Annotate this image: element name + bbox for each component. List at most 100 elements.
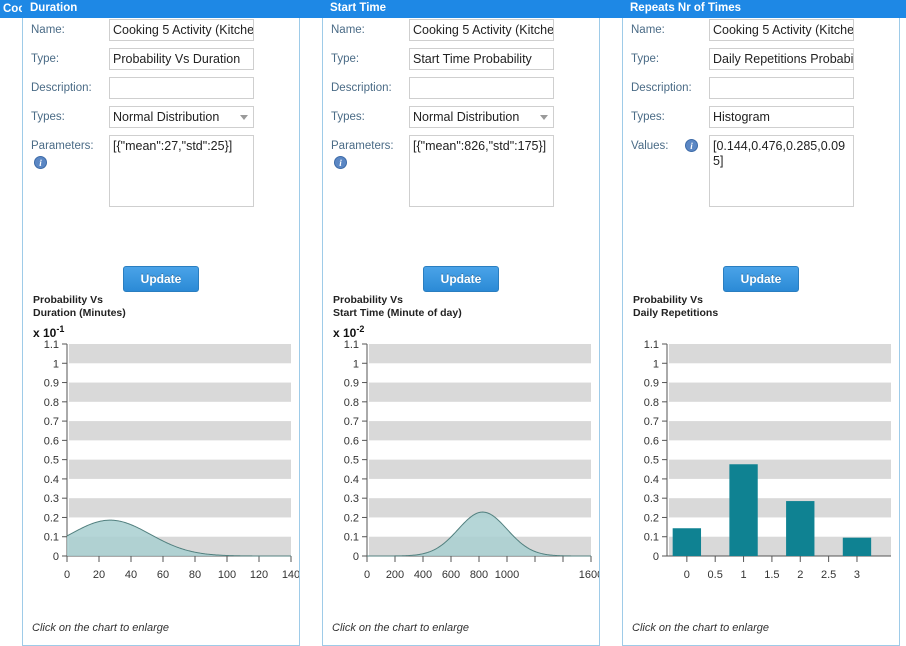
form-duration: Name: Cooking 5 Activity (Kitchen Extrac…: [23, 18, 299, 212]
type-input[interactable]: Start Time Probability: [409, 48, 554, 70]
chart-hint-note: Click on the chart to enlarge: [632, 622, 769, 634]
name-label: Name:: [331, 24, 365, 36]
svg-text:0.7: 0.7: [344, 416, 359, 428]
svg-text:0.5: 0.5: [44, 455, 59, 467]
svg-text:0.6: 0.6: [344, 435, 359, 447]
update-button[interactable]: Update: [422, 266, 500, 292]
svg-text:0.2: 0.2: [644, 512, 659, 524]
field-row-description: Description:: [323, 76, 599, 105]
parameters-label: Parameters:: [331, 140, 394, 152]
field-row-types: Types: Histogram: [623, 105, 899, 134]
svg-text:0.5: 0.5: [344, 455, 359, 467]
svg-text:200: 200: [386, 569, 404, 581]
info-icon[interactable]: i: [685, 139, 698, 152]
info-icon[interactable]: i: [334, 156, 347, 169]
svg-text:1.5: 1.5: [764, 569, 779, 581]
type-label: Type:: [331, 53, 360, 65]
update-button-wrap: Update: [23, 266, 299, 292]
chart-block-repeats[interactable]: Probability Vs Daily Repetitions 0 0.1 0.2…: [623, 294, 899, 614]
chevron-down-icon: [540, 115, 548, 120]
panel-header-label: Duration: [30, 2, 78, 14]
svg-text:0.9: 0.9: [344, 378, 359, 390]
parameters-label: Parameters:: [31, 140, 94, 152]
name-input[interactable]: Cooking 5 Activity (Kitchen Extractor): [109, 19, 254, 41]
application-root: Cooking 5 Activity (Kitchen Extractor) D…: [0, 0, 906, 646]
svg-text:1600: 1600: [579, 569, 599, 581]
types-select-value: Normal Distribution: [113, 110, 220, 124]
types-label: Types:: [631, 111, 665, 123]
types-select[interactable]: Normal Distribution: [409, 106, 554, 128]
field-row-type: Type: Probability Vs Duration: [23, 47, 299, 76]
svg-text:0: 0: [684, 569, 690, 581]
svg-text:800: 800: [470, 569, 488, 581]
name-input[interactable]: Cooking 5 Activity (Kitchen Extractor): [409, 19, 554, 41]
type-label: Type:: [631, 53, 660, 65]
multiplier-exponent: -1: [56, 324, 65, 334]
parameters-textarea[interactable]: [{"mean":826,"std":175}]: [409, 135, 554, 207]
description-label: Description:: [331, 82, 392, 94]
chart-title-line2: Duration (Minutes): [33, 307, 126, 319]
svg-text:400: 400: [414, 569, 432, 581]
info-icon[interactable]: i: [34, 156, 47, 169]
panel-header-duration: Duration: [22, 0, 300, 18]
panel-header-start-time: Start Time: [322, 0, 600, 18]
svg-text:0: 0: [53, 551, 59, 563]
svg-text:1.1: 1.1: [644, 339, 659, 351]
svg-text:0: 0: [64, 569, 70, 581]
svg-text:3: 3: [854, 569, 860, 581]
description-input[interactable]: [109, 77, 254, 99]
chart-canvas-repeats[interactable]: 0 0.1 0.2 0.3 0.4 0.5 0.6 0.7 0.8 0.9 1 1.1 0 0.5 1 1.5…: [623, 338, 899, 598]
svg-text:0.5: 0.5: [708, 569, 723, 581]
update-button[interactable]: Update: [122, 266, 200, 292]
svg-text:2: 2: [797, 569, 803, 581]
chart-hint-note: Click on the chart to enlarge: [32, 622, 169, 634]
type-input[interactable]: Probability Vs Duration: [109, 48, 254, 70]
svg-text:0.8: 0.8: [344, 397, 359, 409]
field-row-values: Values: i [0.144,0.476,0.285,0.095]: [623, 134, 899, 212]
field-row-name: Name: Cooking 5 Activity (Kitchen Extrac…: [23, 18, 299, 47]
update-button[interactable]: Update: [722, 266, 800, 292]
svg-text:0.4: 0.4: [644, 474, 659, 486]
chart-title: Probability Vs Start Time (Minute of day…: [333, 294, 462, 320]
chart-block-start-time[interactable]: Probability Vs Start Time (Minute of day…: [323, 294, 599, 614]
type-input[interactable]: Daily Repetitions Probability: [709, 48, 854, 70]
svg-text:0: 0: [353, 551, 359, 563]
svg-text:0.9: 0.9: [44, 378, 59, 390]
form-repeats: Name: Cooking 5 Activity (Kitchen Extrac…: [623, 18, 899, 212]
field-row-types: Types: Normal Distribution: [323, 105, 599, 134]
types-input[interactable]: Histogram: [709, 106, 854, 128]
svg-text:0.3: 0.3: [644, 493, 659, 505]
svg-text:60: 60: [157, 569, 169, 581]
field-row-description: Description:: [623, 76, 899, 105]
svg-text:1.1: 1.1: [44, 339, 59, 351]
field-row-type: Type: Start Time Probability: [323, 47, 599, 76]
svg-text:600: 600: [442, 569, 460, 581]
name-input[interactable]: Cooking 5 Activity (Kitchen Extractor): [709, 19, 854, 41]
chart-canvas-duration[interactable]: 0 0.1 0.2 0.3 0.4 0.5 0.6 0.7 0.8 0.9 1 1.1 0 20 40 60 8…: [23, 338, 299, 598]
chart-title-line1: Probability Vs: [633, 294, 704, 306]
parameters-textarea[interactable]: [{"mean":27,"std":25}]: [109, 135, 254, 207]
chart-canvas-start-time[interactable]: 0 0.1 0.2 0.3 0.4 0.5 0.6 0.7 0.8 0.9 1 1.1 0 200 400 6…: [323, 338, 599, 598]
svg-text:0.1: 0.1: [344, 532, 359, 544]
field-row-description: Description:: [23, 76, 299, 105]
values-label: Values:: [631, 140, 669, 152]
svg-text:0.2: 0.2: [344, 512, 359, 524]
svg-text:0: 0: [653, 551, 659, 563]
svg-text:20: 20: [93, 569, 105, 581]
multiplier-exponent: -2: [356, 324, 365, 334]
svg-text:0.4: 0.4: [344, 474, 359, 486]
svg-text:1: 1: [653, 358, 659, 370]
description-input[interactable]: [709, 77, 854, 99]
svg-text:0.9: 0.9: [644, 378, 659, 390]
update-button-wrap: Update: [323, 266, 599, 292]
types-select[interactable]: Normal Distribution: [109, 106, 254, 128]
chart-block-duration[interactable]: Probability Vs Duration (Minutes) x 10-1…: [23, 294, 299, 614]
svg-text:1: 1: [353, 358, 359, 370]
svg-text:0.6: 0.6: [44, 435, 59, 447]
svg-text:0.7: 0.7: [44, 416, 59, 428]
panel-header-label: Repeats Nr of Times: [630, 2, 741, 14]
svg-text:0.7: 0.7: [644, 416, 659, 428]
values-textarea[interactable]: [0.144,0.476,0.285,0.095]: [709, 135, 854, 207]
description-input[interactable]: [409, 77, 554, 99]
name-label: Name:: [631, 24, 665, 36]
